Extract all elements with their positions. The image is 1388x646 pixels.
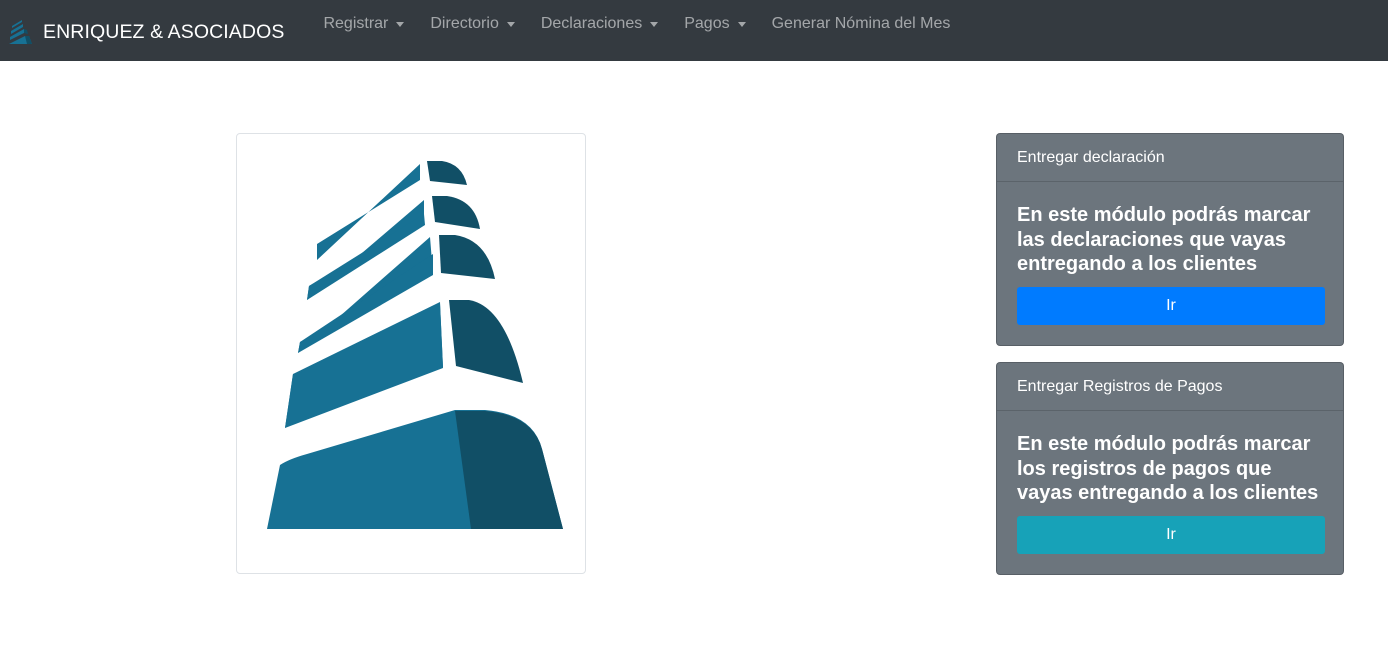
nav-declaraciones[interactable]: Declaraciones — [528, 0, 671, 61]
brand-title: ENRIQUEZ & ASOCIADOS — [43, 21, 285, 43]
card-header: Entregar declaración — [997, 134, 1343, 182]
card-header: Entregar Registros de Pagos — [997, 363, 1343, 411]
card-body: En este módulo podrás marcar las declara… — [997, 182, 1343, 345]
nav-label: Pagos — [684, 14, 730, 32]
nav-generar-nomina[interactable]: Generar Nómina del Mes — [759, 0, 964, 61]
card-text: En este módulo podrás marcar los registr… — [1017, 433, 1319, 504]
nav-label: Registrar — [323, 14, 389, 32]
caret-down-icon — [506, 22, 515, 27]
ir-declaracion-button[interactable]: Ir — [1017, 286, 1325, 325]
caret-down-icon — [396, 22, 405, 27]
card-entregar-registros-pagos: Entregar Registros de Pagos En este módu… — [996, 362, 1344, 575]
nav-label: Directorio — [430, 14, 499, 32]
nav-label: Generar Nómina del Mes — [771, 14, 951, 32]
main-nav: Registrar Directorio Declaraciones Pagos… — [310, 0, 963, 61]
ir-pagos-button[interactable]: Ir — [1017, 515, 1325, 554]
card-body: En este módulo podrás marcar los registr… — [997, 411, 1343, 574]
caret-down-icon — [650, 22, 659, 27]
brand-link[interactable]: ENRIQUEZ & ASOCIADOS — [8, 17, 284, 45]
building-logo-icon — [267, 161, 563, 529]
top-navbar: ENRIQUEZ & ASOCIADOS Registrar Directori… — [0, 0, 1388, 61]
building-logo-icon — [9, 19, 32, 44]
nav-pagos[interactable]: Pagos — [671, 0, 758, 61]
nav-label: Declaraciones — [540, 14, 643, 32]
caret-down-icon — [737, 22, 746, 27]
nav-directorio[interactable]: Directorio — [417, 0, 527, 61]
hero-image-card — [236, 133, 586, 574]
card-text: En este módulo podrás marcar las declara… — [1017, 204, 1311, 275]
nav-registrar[interactable]: Registrar — [310, 0, 417, 61]
card-entregar-declaracion: Entregar declaración En este módulo podr… — [996, 133, 1344, 346]
